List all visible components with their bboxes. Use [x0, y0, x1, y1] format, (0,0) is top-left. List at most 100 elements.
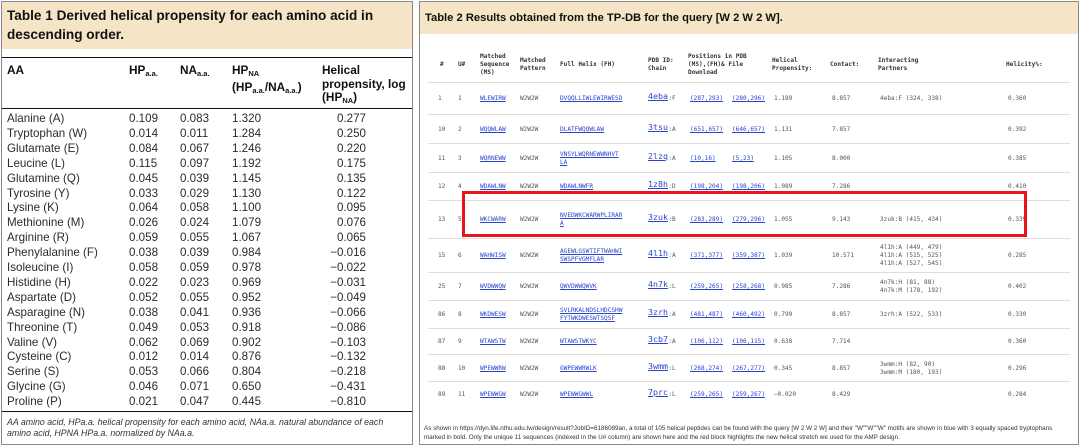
position-ms-link[interactable]: (106,112): [690, 338, 723, 346]
full-helix-link[interactable]: LA: [560, 159, 567, 167]
full-helix-link[interactable]: WDAWLNWFR: [560, 183, 593, 191]
amino-acid: Aspartate (D): [7, 290, 76, 304]
hpna-value: 1.067: [232, 231, 262, 245]
hp-value: 0.053: [129, 365, 159, 379]
pdb-id-link[interactable]: 2lzq: [648, 152, 668, 161]
position-ms-link[interactable]: (268,274): [690, 365, 723, 373]
table2-row: 15 6 WAHWISW W2W2W AGEWLGSWTIFTWAHWI SWSPFVGM…: [428, 238, 1070, 272]
full-helix-link[interactable]: WPEWWGWWL: [560, 391, 593, 399]
position-ms-link[interactable]: (371,377): [690, 252, 723, 260]
table2-row: 89 11 WPEWWGW W2W2W WPEWWGWWL 7prc:L (259,265)…: [428, 381, 1070, 407]
pdb-chain: :L: [668, 391, 676, 398]
matched-sequence-link[interactable]: WDAWLNW: [480, 183, 506, 191]
table1-top-rule: [2, 57, 412, 58]
interacting-partner: 3wmm:M (180, 193): [880, 369, 943, 376]
unique-index: 9: [458, 338, 462, 345]
na-value: 0.067: [180, 141, 210, 155]
position-ms-link[interactable]: (287,293): [690, 95, 723, 103]
full-helix-link[interactable]: AGEWLGSWTIFTWAHWI: [560, 248, 622, 256]
helicity-value: 0.385: [1008, 155, 1027, 162]
full-helix-link[interactable]: DVQQLLIWLEWIRWESD: [560, 95, 622, 103]
table2-panel: Table 2 Results obtained from the TP-DB …: [419, 1, 1079, 445]
full-helix-link[interactable]: SVLRKALNDSLHDCSHW: [560, 307, 622, 315]
pdb-id-link[interactable]: 3zrh: [648, 308, 668, 317]
pdb-id-link[interactable]: 1z8h: [648, 180, 668, 189]
interacting-partner: 4l1h:A (449, 479): [880, 244, 943, 251]
table2-row: 87 9 WTAWSTW W2W2W WTAWSTWKYC 3cb7:A (106,112)…: [428, 328, 1070, 354]
interacting-partner: 3zrh:A (522, 533): [880, 311, 943, 318]
matched-pattern: W2W2W: [520, 365, 539, 372]
contact-value: 8.857: [832, 95, 851, 102]
position-fh-link[interactable]: (5,23): [732, 155, 754, 163]
hpna-value: 0.918: [232, 320, 262, 334]
unique-index: 4: [458, 183, 462, 190]
position-ms-link[interactable]: (481,487): [690, 311, 723, 319]
hp-value: 0.115: [129, 156, 158, 170]
unique-index: 3: [458, 155, 462, 162]
full-helix-link[interactable]: FYTWKDWESWTSQSF: [560, 315, 615, 323]
header-aa: AA: [7, 63, 25, 77]
table2-row: 10 2 WQQWLAW W2W2W DLATFWQQWLAW 3tsu:A (651,65…: [428, 114, 1070, 143]
na-value: 0.053: [180, 320, 210, 334]
na-value: 0.066: [180, 365, 210, 379]
position-fh-link[interactable]: (259,267): [732, 391, 765, 399]
pdb-id-link[interactable]: 3tsu: [648, 123, 668, 132]
pdb-id-link[interactable]: 3wmm: [648, 362, 668, 371]
position-fh-link[interactable]: (280,296): [732, 95, 765, 103]
position-fh-link[interactable]: (267,277): [732, 365, 765, 373]
table1-row: Glutamine (Q) 0.045 0.039 1.145 0.135: [2, 172, 412, 186]
hp-value: 0.012: [129, 350, 159, 364]
position-fh-link[interactable]: (646,657): [732, 126, 765, 134]
position-fh-link[interactable]: (460,492): [732, 311, 765, 319]
pdb-id-link[interactable]: 4l1h: [648, 249, 668, 258]
matched-sequence-link[interactable]: WVDWWQW: [480, 283, 506, 291]
position-fh-link[interactable]: (258,268): [732, 283, 765, 291]
matched-sequence-link[interactable]: WPEWWRW: [480, 365, 506, 373]
matched-pattern: W2W2W: [520, 252, 539, 259]
na-value: 0.039: [180, 171, 210, 185]
hpna-value: 0.969: [232, 275, 262, 289]
amino-acid: Threonine (T): [7, 320, 78, 334]
table1-row: Tryptophan (W) 0.014 0.011 1.284 0.250: [2, 127, 412, 141]
full-helix-link[interactable]: WTAWSTWKYC: [560, 338, 597, 346]
matched-sequence-link[interactable]: WLEWIRW: [480, 95, 506, 103]
unique-index: 8: [458, 311, 462, 318]
interacting-partner: 4eba:F (324, 338): [880, 95, 943, 102]
full-helix-link[interactable]: SWSPFVGMFLAR: [560, 256, 604, 264]
matched-sequence-link[interactable]: WKDWESW: [480, 311, 506, 319]
position-ms-link[interactable]: (198,204): [690, 183, 723, 191]
na-value: 0.011: [180, 126, 209, 140]
amino-acid: Tyrosine (Y): [7, 186, 70, 200]
table1-row: Alanine (A) 0.109 0.083 1.320 0.277: [2, 112, 412, 126]
matched-sequence-link[interactable]: WQRNEWW: [480, 155, 506, 163]
matched-sequence-link[interactable]: WTAWSTW: [480, 338, 506, 346]
pdb-id-link[interactable]: 4n7k: [648, 280, 668, 289]
na-value: 0.024: [180, 216, 210, 230]
amino-acid: Tryptophan (W): [7, 126, 88, 140]
full-helix-link[interactable]: QWVDWWQWVK: [560, 283, 597, 291]
matched-sequence-link[interactable]: WAHWISW: [480, 252, 506, 260]
pdb-id-link[interactable]: 7prc: [648, 388, 668, 397]
matched-sequence-link[interactable]: WPEWWGW: [480, 391, 506, 399]
na-value: 0.041: [180, 305, 210, 319]
position-ms-link[interactable]: (10,16): [690, 155, 716, 163]
matched-sequence-link[interactable]: WQQWLAW: [480, 126, 506, 134]
amino-acid: Valine (V): [7, 335, 58, 349]
position-fh-link[interactable]: (198,206): [732, 183, 765, 191]
col-header-helical: Helical Propensity:: [772, 56, 813, 72]
na-value: 0.097: [180, 156, 210, 170]
full-helix-link[interactable]: DLATFWQQWLAW: [560, 126, 604, 134]
position-fh-link[interactable]: (106,115): [732, 338, 765, 346]
position-ms-link[interactable]: (259,265): [690, 391, 723, 399]
position-ms-link[interactable]: (259,265): [690, 283, 723, 291]
full-helix-link[interactable]: VNSYLWQRNEWWNHVT: [560, 151, 619, 159]
pdb-id-link[interactable]: 3cb7: [648, 335, 668, 344]
na-value: 0.069: [180, 335, 210, 349]
pdb-id-link[interactable]: 4eba: [648, 92, 668, 101]
full-helix-link[interactable]: GWPEWWRWLK: [560, 365, 597, 373]
position-fh-link[interactable]: (359,387): [732, 252, 765, 260]
col-header-helicity: Helicity%:: [1006, 60, 1043, 68]
position-ms-link[interactable]: (651,657): [690, 126, 723, 134]
unique-index: 10: [458, 365, 466, 372]
matched-pattern: W2W2W: [520, 391, 539, 398]
